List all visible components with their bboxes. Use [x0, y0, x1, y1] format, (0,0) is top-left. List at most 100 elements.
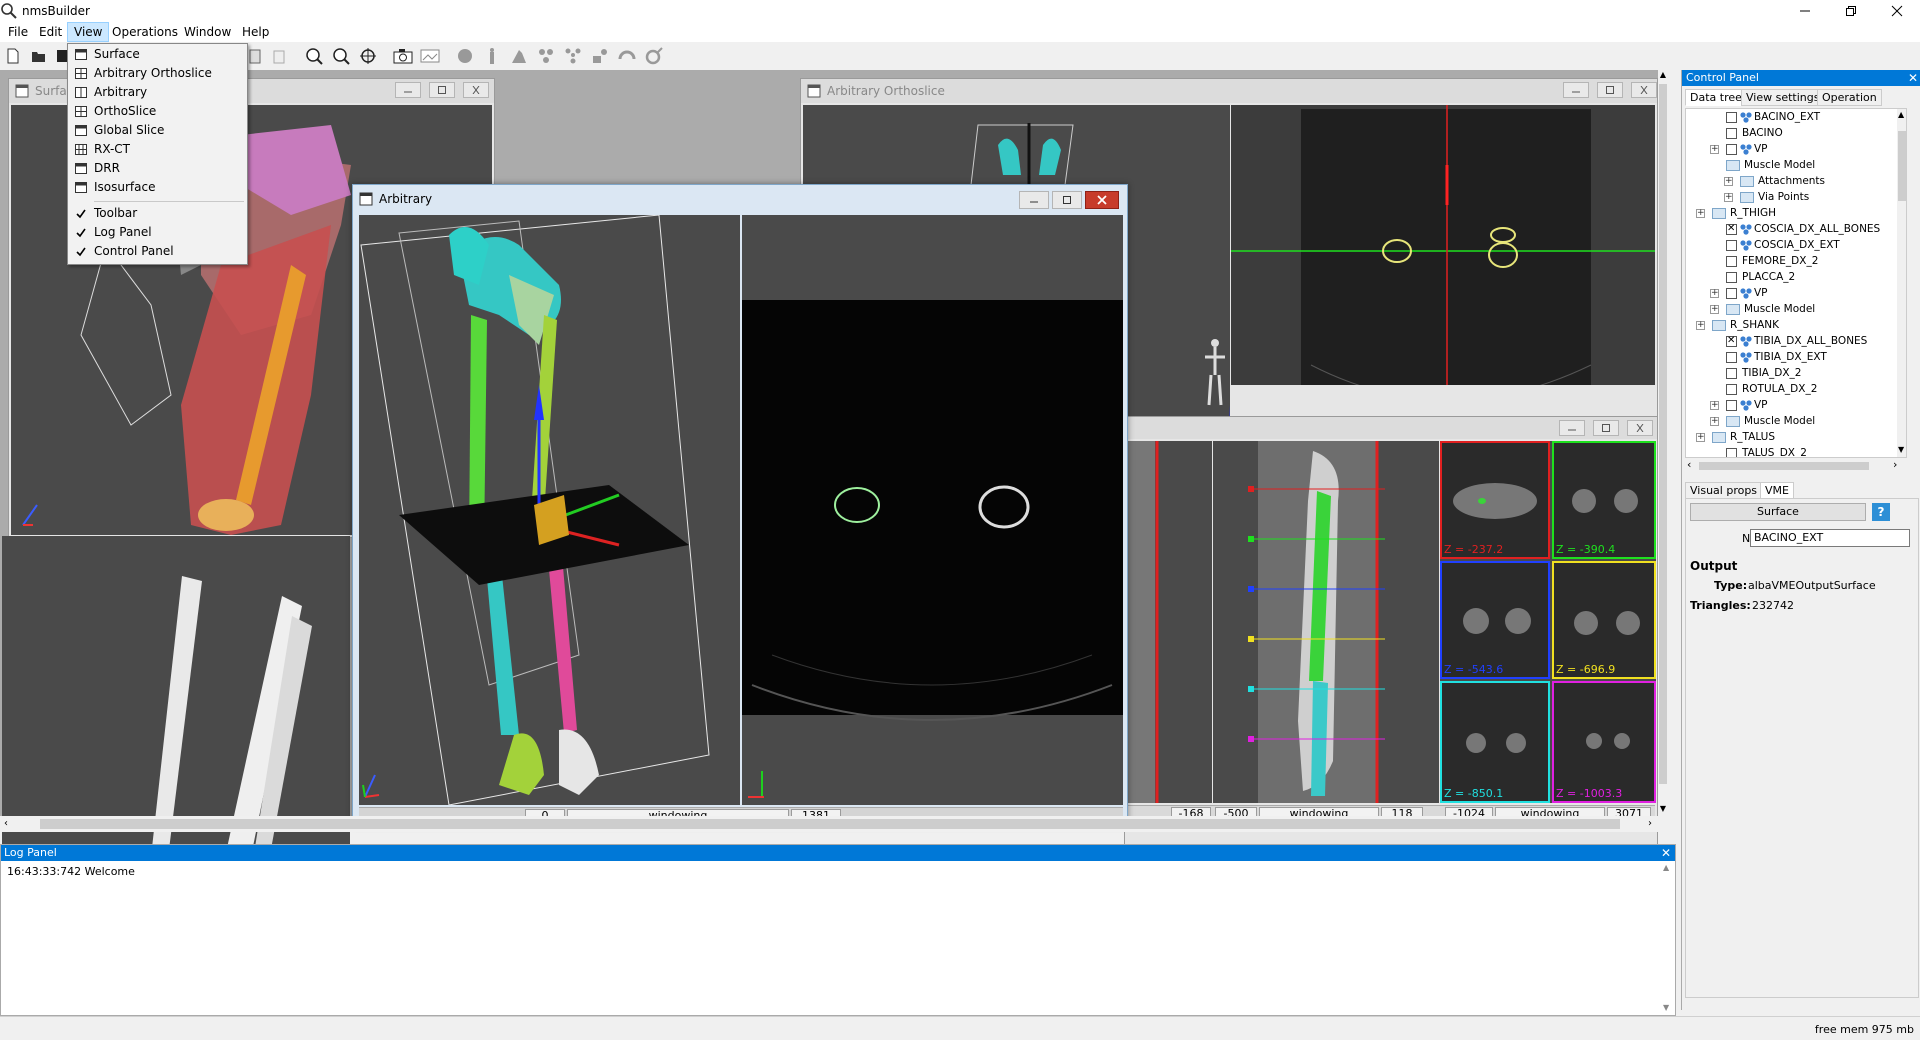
pelvis-icon[interactable] [454, 45, 476, 67]
visibility-checkbox[interactable] [1726, 352, 1737, 363]
menu-file[interactable]: File [2, 22, 34, 42]
ct-slice-1[interactable]: Z = -237.2 [1440, 441, 1550, 559]
scroll-left-icon[interactable]: ‹ [1687, 458, 1691, 471]
zoom-selection-icon[interactable] [330, 45, 352, 67]
menu-item-toolbar[interactable]: Toolbar [68, 204, 247, 223]
tree-node[interactable]: + R_SHANK [1686, 317, 1896, 333]
zoom-all-icon[interactable] [303, 45, 325, 67]
tree-node[interactable]: COSCIA_DX_ALL_BONES [1686, 221, 1896, 237]
maximize-icon[interactable] [1593, 420, 1619, 436]
scroll-up-icon[interactable]: ▲ [1898, 110, 1904, 119]
tree-node[interactable]: PLACCA_2 [1686, 269, 1896, 285]
restore-button[interactable] [1828, 0, 1874, 22]
scroll-right-icon[interactable]: › [1648, 818, 1658, 830]
minimize-icon[interactable] [1559, 420, 1585, 436]
scroll-left-icon[interactable]: ‹ [4, 818, 14, 830]
tree-node[interactable]: + Attachments [1686, 173, 1896, 189]
expand-icon[interactable]: + [1710, 145, 1719, 154]
scroll-down-icon[interactable]: ▼ [1898, 445, 1904, 454]
visibility-checkbox[interactable] [1726, 222, 1737, 236]
close-icon[interactable] [1627, 420, 1653, 436]
tree-node[interactable]: COSCIA_DX_EXT [1686, 237, 1896, 253]
tab-view-settings[interactable]: View settings [1741, 89, 1825, 106]
scroll-thumb[interactable] [1898, 131, 1906, 201]
tree-vscrollbar[interactable]: ▲ ▼ [1897, 109, 1906, 457]
tree-node[interactable]: FEMORE_DX_2 [1686, 253, 1896, 269]
minimize-icon[interactable] [1563, 82, 1589, 98]
tree-node[interactable]: + R_THIGH [1686, 205, 1896, 221]
scroll-right-icon[interactable]: › [1893, 458, 1897, 471]
menu-help[interactable]: Help [236, 22, 275, 42]
expand-icon[interactable]: + [1710, 401, 1719, 410]
maximize-icon[interactable] [1052, 191, 1082, 209]
tab-visual-props[interactable]: Visual props [1685, 482, 1763, 499]
visibility-checkbox[interactable] [1726, 288, 1737, 299]
menu-item-drr[interactable]: DRR [68, 159, 247, 178]
tab-operation[interactable]: Operation [1817, 89, 1882, 106]
visibility-checkbox[interactable] [1726, 384, 1737, 395]
tab-data-tree[interactable]: Data tree [1685, 89, 1747, 106]
tree-node[interactable]: ROTULA_DX_2 [1686, 381, 1896, 397]
arbitrary-3d-viewport[interactable] [359, 215, 740, 805]
image-icon[interactable] [419, 45, 441, 67]
wrap-icon[interactable] [616, 45, 638, 67]
minimize-icon[interactable] [1019, 191, 1049, 209]
menu-item-surface[interactable]: Surface [68, 45, 247, 64]
minimize-button[interactable] [1782, 0, 1828, 22]
tree-hscrollbar[interactable]: ‹ › [1685, 458, 1907, 472]
tree-node[interactable]: + Via Points [1686, 189, 1896, 205]
expand-icon[interactable]: + [1696, 209, 1705, 218]
rxct-side-viewport[interactable] [1127, 441, 1212, 803]
menu-item-arbitrary[interactable]: Arbitrary [68, 83, 247, 102]
scroll-up-icon[interactable]: ▲ [1663, 863, 1669, 872]
delete-icon[interactable] [268, 45, 290, 67]
maximize-icon[interactable] [1597, 82, 1623, 98]
expand-icon[interactable]: + [1710, 417, 1719, 426]
menu-item-rx-ct[interactable]: RX-CT [68, 140, 247, 159]
ct-slice-6[interactable]: Z = -1003.3 [1552, 681, 1656, 803]
ct-slice-2[interactable]: Z = -390.4 [1552, 441, 1656, 559]
workspace-vscrollbar[interactable]: ▲ ▼ [1658, 70, 1668, 816]
expand-icon[interactable]: + [1696, 433, 1705, 442]
limb-icon[interactable] [508, 45, 530, 67]
close-icon[interactable]: ✕ [1661, 845, 1671, 861]
expand-icon[interactable]: + [1710, 289, 1719, 298]
close-icon[interactable]: ✕ [1908, 70, 1918, 86]
tool-icon[interactable] [643, 45, 665, 67]
visibility-checkbox[interactable] [1726, 334, 1737, 348]
joint-icon[interactable] [535, 45, 557, 67]
close-icon[interactable] [1085, 191, 1119, 209]
help-button[interactable]: ? [1872, 503, 1890, 521]
muscle-icon[interactable] [589, 45, 611, 67]
scroll-up-icon[interactable]: ▲ [1659, 70, 1667, 80]
open-file-icon[interactable] [28, 45, 50, 67]
tab-vme[interactable]: VME [1760, 482, 1794, 499]
rxct-front-viewport[interactable] [1213, 441, 1439, 803]
scroll-thumb[interactable] [40, 819, 1620, 829]
scroll-down-icon[interactable]: ▼ [1659, 804, 1667, 814]
scroll-down-icon[interactable]: ▼ [1663, 1003, 1669, 1012]
visibility-checkbox[interactable] [1726, 400, 1737, 411]
workspace-hscrollbar[interactable]: ‹ › [0, 816, 1668, 832]
menu-item-arbitrary-orthoslice[interactable]: Arbitrary Orthoslice [68, 64, 247, 83]
tree-node[interactable]: BACINO [1686, 125, 1896, 141]
expand-icon[interactable]: + [1724, 177, 1733, 186]
body-icon[interactable] [481, 45, 503, 67]
close-icon[interactable] [463, 82, 489, 98]
surface-button[interactable]: Surface [1690, 503, 1866, 521]
visibility-checkbox[interactable] [1726, 240, 1737, 251]
expand-icon[interactable]: + [1696, 321, 1705, 330]
visibility-checkbox[interactable] [1726, 448, 1737, 457]
ct-slice-4[interactable]: Z = -696.9 [1552, 561, 1656, 679]
visibility-checkbox[interactable] [1726, 272, 1737, 283]
new-file-icon[interactable] [2, 45, 24, 67]
tree-node[interactable]: + Muscle Model [1686, 413, 1896, 429]
scroll-thumb[interactable] [1659, 84, 1667, 784]
ct-slice-5[interactable]: Z = -850.1 [1440, 681, 1550, 803]
tree-node[interactable]: TIBIA_DX_2 [1686, 365, 1896, 381]
visibility-checkbox[interactable] [1726, 256, 1737, 267]
menu-item-isosurface[interactable]: Isosurface [68, 178, 247, 197]
tree-node[interactable]: + Muscle Model [1686, 301, 1896, 317]
landmark-icon[interactable] [562, 45, 584, 67]
minimize-icon[interactable] [395, 82, 421, 98]
